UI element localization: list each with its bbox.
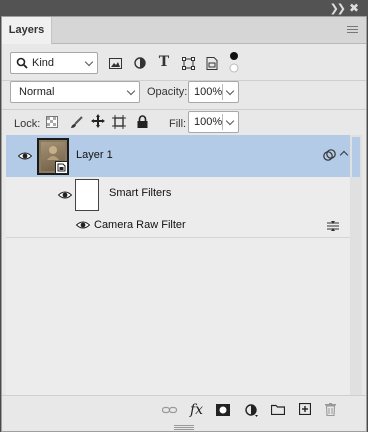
filter-kind-select[interactable]: Kind xyxy=(10,52,98,74)
filter-blending-options-icon[interactable] xyxy=(327,221,339,231)
new-adjustment-layer-icon[interactable] xyxy=(245,404,258,417)
chevron-down-icon[interactable] xyxy=(225,116,235,126)
new-layer-icon[interactable] xyxy=(299,403,311,415)
filter-adjustment-layers-icon[interactable] xyxy=(133,56,147,70)
filter-kind-value: Kind xyxy=(32,57,55,69)
layers-scrollbar[interactable] xyxy=(350,135,362,397)
search-icon xyxy=(16,57,28,69)
chevron-down-icon xyxy=(84,57,94,67)
fill-label: Fill: xyxy=(169,118,187,130)
add-layer-style-icon[interactable]: fx xyxy=(190,402,203,418)
smart-filter-indicator-icon[interactable] xyxy=(323,149,336,162)
chevron-down-icon[interactable] xyxy=(225,86,235,96)
filter-pixel-layers-icon[interactable] xyxy=(108,56,122,70)
scrollbar-thumb[interactable] xyxy=(352,137,360,177)
layers-panel: Layers Kind T Normal Opacity: 100% Lock:… xyxy=(1,16,367,432)
lock-label: Lock: xyxy=(14,118,41,130)
collapse-effects-chevron-icon[interactable] xyxy=(339,150,349,160)
opacity-field[interactable]: 100% xyxy=(188,81,239,103)
lock-row: Lock: Fill: 100% xyxy=(2,110,366,135)
lock-artboard-icon[interactable] xyxy=(112,115,126,129)
collapse-panel-icon[interactable]: ❯❯ xyxy=(330,2,347,15)
layer-visibility-eye-icon[interactable] xyxy=(18,152,32,160)
blend-mode-value: Normal xyxy=(19,86,55,98)
filter-type-layers-icon[interactable]: T xyxy=(157,54,171,70)
delete-layer-trash-icon[interactable] xyxy=(325,403,336,416)
filter-row: Kind T xyxy=(2,44,366,80)
panel-tab-bar: Layers xyxy=(2,17,366,44)
link-layers-icon[interactable] xyxy=(162,405,177,415)
layers-bottom-toolbar: fx xyxy=(2,395,366,425)
blend-mode-select[interactable]: Normal xyxy=(10,81,140,103)
opacity-label: Opacity: xyxy=(147,86,188,98)
smart-object-badge-icon xyxy=(55,161,68,174)
opacity-value: 100% xyxy=(194,86,223,98)
lock-position-icon[interactable] xyxy=(91,114,105,128)
panel-menu-icon[interactable] xyxy=(347,26,358,35)
lock-transparent-pixels-icon[interactable] xyxy=(45,115,59,129)
divider xyxy=(6,237,350,238)
fill-value: 100% xyxy=(194,116,223,128)
tab-layers[interactable]: Layers xyxy=(2,17,52,44)
window-title-strip: ❯❯ ✖ xyxy=(0,0,368,16)
filter-row-camera-raw[interactable]: Camera Raw Filter xyxy=(6,213,350,237)
smart-filters-visibility-eye-icon[interactable] xyxy=(58,191,72,199)
resize-grip[interactable] xyxy=(174,425,194,431)
divider xyxy=(222,84,223,100)
lock-image-pixels-icon[interactable] xyxy=(69,115,83,129)
close-panel-icon[interactable]: ✖ xyxy=(349,1,359,15)
layers-list[interactable]: Layer 1 Smart Filters Camera Raw Filter xyxy=(6,135,350,397)
layer-thumbnail[interactable] xyxy=(37,138,69,175)
filter-name[interactable]: Camera Raw Filter xyxy=(94,219,186,231)
fill-field[interactable]: 100% xyxy=(188,111,239,133)
smart-filter-mask-thumbnail[interactable] xyxy=(75,179,99,211)
divider xyxy=(222,114,223,130)
filter-shape-layers-icon[interactable] xyxy=(181,56,195,70)
add-layer-mask-icon[interactable] xyxy=(216,404,230,416)
filter-smart-objects-icon[interactable] xyxy=(205,56,219,70)
layer-row[interactable]: Layer 1 xyxy=(6,135,350,177)
filter-visibility-eye-icon[interactable] xyxy=(76,221,90,229)
filter-toggle-icon[interactable] xyxy=(228,50,240,74)
portrait-thumbnail-icon xyxy=(47,146,59,160)
chevron-down-icon xyxy=(126,86,136,96)
smart-filters-label: Smart Filters xyxy=(109,187,172,199)
lock-all-icon[interactable] xyxy=(135,114,149,128)
smart-filters-row[interactable]: Smart Filters xyxy=(6,177,350,213)
layer-name[interactable]: Layer 1 xyxy=(76,149,113,161)
blend-row: Normal Opacity: 100% xyxy=(2,81,366,109)
new-group-folder-icon[interactable] xyxy=(271,404,285,415)
